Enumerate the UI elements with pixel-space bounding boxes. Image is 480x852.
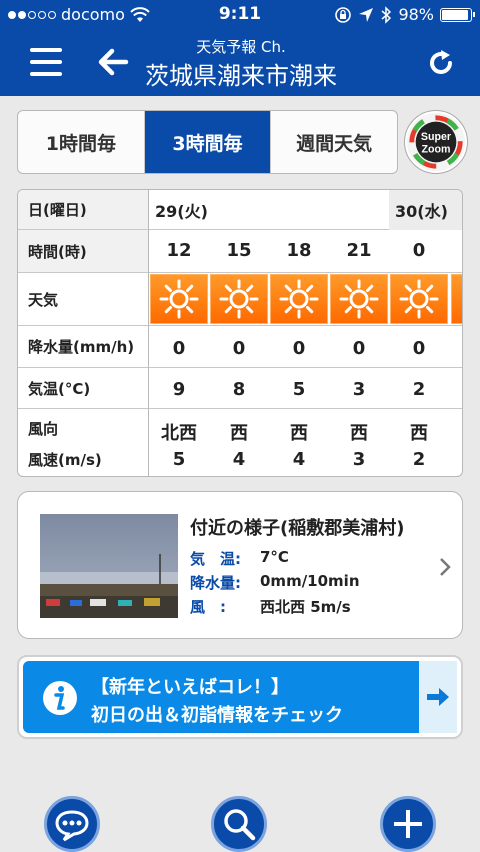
temp-cell: 9 xyxy=(172,379,186,400)
chat-icon xyxy=(55,810,89,842)
temp-cell: 8 xyxy=(232,379,246,400)
live-camera-photo xyxy=(40,514,178,618)
label-weather: 天気 xyxy=(18,273,148,326)
hour-cell: 21 xyxy=(346,240,372,261)
tab-3-hourly[interactable]: 3時間毎 xyxy=(144,111,272,173)
back-arrow-icon[interactable] xyxy=(96,42,130,82)
promo-arrow-button[interactable] xyxy=(419,661,457,733)
wind-dir-cell: 西 xyxy=(290,423,308,444)
wind-speed-cell: 2 xyxy=(412,449,426,470)
wind-dir-cell: 北西 xyxy=(161,423,197,444)
label-temp: 気温(°C) xyxy=(18,368,148,409)
label-precip: 降水量(mm/h) xyxy=(18,326,148,368)
nearby-temp-label: 気 温: xyxy=(190,550,241,568)
nearby-precip-label: 降水量: xyxy=(190,574,241,592)
arrow-right-icon xyxy=(427,688,449,706)
wind-dir-cell: 西 xyxy=(410,423,428,444)
plus-icon xyxy=(394,810,422,838)
add-button[interactable] xyxy=(380,796,436,852)
temp-cell: 3 xyxy=(352,379,366,400)
wind-speed-cell: 3 xyxy=(352,449,366,470)
battery-percent: 98% xyxy=(398,5,434,24)
label-wind-dir: 風向 xyxy=(28,419,59,438)
nearby-wind-label: 風 : xyxy=(190,598,226,616)
nearby-precip-value: 0mm/10min xyxy=(260,572,360,590)
search-button[interactable] xyxy=(211,796,267,852)
label-wind-speed: 風速(m/s) xyxy=(28,450,102,469)
nearby-temp-value: 7°C xyxy=(260,548,289,566)
promo-banner[interactable]: 【新年といえばコレ！】 初日の出＆初詣情報をチェック xyxy=(17,655,463,739)
date-label-2: 30(水) xyxy=(389,190,462,230)
nearby-precip-row: 降水量: 0mm/10min xyxy=(190,572,360,593)
temp-cell: 5 xyxy=(292,379,306,400)
forecast-grid: 29(火) 30(水) 12 0 9 北西 5 15 0 8 西 4 18 0 5 西 4 21 0 3 西 3 0 0 2… xyxy=(149,190,462,476)
nearby-title: 付近の様子(稲敷郡美浦村) xyxy=(190,518,405,539)
row-header-column: 日(曜日) 時間(時) 天気 降水量(mm/h) 気温(°C) 風向 風速(m/… xyxy=(18,190,149,476)
promo-line-2: 初日の出＆初詣情報をチェック xyxy=(91,705,343,726)
info-icon xyxy=(43,681,77,715)
promo-banner-body: 【新年といえばコレ！】 初日の出＆初詣情報をチェック xyxy=(23,661,419,733)
nearby-conditions-card[interactable]: 付近の様子(稲敷郡美浦村) 気 温: 7°C 降水量: 0mm/10min 風 … xyxy=(17,491,463,639)
wind-speed-cell: 4 xyxy=(292,449,306,470)
page-title: 茨城県潮来市潮来 xyxy=(145,62,337,90)
chat-button[interactable] xyxy=(44,796,100,852)
forecast-tabs: 1時間毎 3時間毎 週間天気 xyxy=(17,110,398,174)
label-wind: 風向 風速(m/s) xyxy=(18,409,148,476)
tab-weekly[interactable]: 週間天気 xyxy=(271,111,397,173)
rotation-lock-icon xyxy=(335,6,352,23)
sunny-icon xyxy=(210,274,268,324)
tab-hourly[interactable]: 1時間毎 xyxy=(18,111,145,173)
precip-cell: 0 xyxy=(172,338,186,359)
location-arrow-icon xyxy=(359,7,374,22)
hour-cell: 0 xyxy=(412,240,426,261)
sunny-icon xyxy=(330,274,388,324)
label-time: 時間(時) xyxy=(18,230,148,273)
date-label-1: 29(火) xyxy=(155,202,208,221)
super-zoom-button[interactable]: Super Zoom xyxy=(404,110,468,174)
menu-icon[interactable] xyxy=(30,48,62,76)
precip-cell: 0 xyxy=(292,338,306,359)
hour-cell: 15 xyxy=(226,240,252,261)
status-right: 98% xyxy=(334,5,475,24)
sunny-icon xyxy=(451,274,462,324)
sunny-icon xyxy=(150,274,208,324)
bluetooth-icon xyxy=(381,5,392,24)
hour-cell: 12 xyxy=(166,240,192,261)
wind-speed-cell: 5 xyxy=(172,449,186,470)
forecast-table[interactable]: 日(曜日) 時間(時) 天気 降水量(mm/h) 気温(°C) 風向 風速(m/… xyxy=(17,189,463,477)
wind-speed-cell: 4 xyxy=(232,449,246,470)
status-bar: docomo 9:11 98% xyxy=(0,0,480,30)
wind-dir-cell: 西 xyxy=(350,423,368,444)
precip-cell: 0 xyxy=(412,338,426,359)
wind-dir-cell: 西 xyxy=(230,423,248,444)
precip-cell: 0 xyxy=(352,338,366,359)
nearby-wind-row: 風 : 西北西 5m/s xyxy=(190,596,351,617)
super-zoom-line1: Super xyxy=(421,131,451,143)
app-header: 天気予報 Ch. 茨城県潮来市潮来 xyxy=(0,30,480,96)
battery-icon xyxy=(440,7,475,22)
precip-cell: 0 xyxy=(232,338,246,359)
nearby-wind-value: 西北西 5m/s xyxy=(260,598,351,616)
hour-cell: 18 xyxy=(286,240,312,261)
promo-line-1: 【新年といえばコレ！】 xyxy=(91,677,289,698)
search-icon xyxy=(224,809,256,841)
refresh-icon[interactable] xyxy=(426,48,456,78)
nearby-temp-row: 気 温: 7°C xyxy=(190,548,289,569)
sunny-icon xyxy=(390,274,448,324)
header-subtitle: 天気予報 Ch. xyxy=(196,38,286,56)
sunny-icon xyxy=(270,274,328,324)
temp-cell: 2 xyxy=(412,379,426,400)
super-zoom-line2: Zoom xyxy=(422,144,451,156)
label-day: 日(曜日) xyxy=(18,190,148,230)
chevron-right-icon xyxy=(440,558,451,576)
